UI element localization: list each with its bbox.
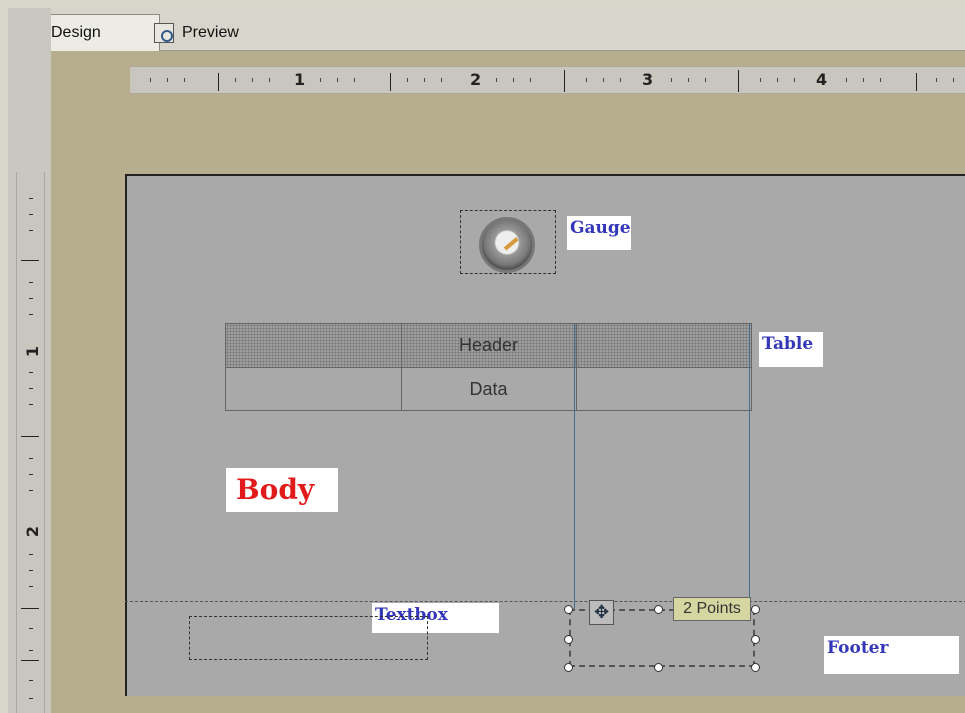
ruler-mark-v1: 1 bbox=[23, 345, 43, 358]
line-size-indicator: 2 Points bbox=[673, 597, 751, 621]
vertical-ruler: 1 2 bbox=[16, 172, 45, 713]
header-cell-2[interactable]: Header bbox=[401, 324, 577, 367]
report-page: Gauge Header Data Table Body Textbox ✥ 2… bbox=[125, 174, 965, 698]
header-cell-3[interactable] bbox=[576, 324, 751, 367]
footer-separator bbox=[125, 601, 965, 602]
tab-preview-label: Preview bbox=[182, 23, 239, 41]
preview-icon bbox=[154, 22, 174, 43]
column-guide-left bbox=[574, 323, 575, 610]
page-bottom-band bbox=[125, 696, 965, 713]
report-designer: Design Preview 1 2 3 4 1 2 Gauge Header … bbox=[8, 8, 965, 713]
table-data-row: Data bbox=[226, 368, 751, 411]
designer-tabbar: Design Preview bbox=[8, 8, 965, 51]
tab-design-label: Design bbox=[51, 24, 101, 41]
table-header-row: Header bbox=[226, 324, 751, 368]
textbox-control[interactable] bbox=[189, 616, 428, 660]
horizontal-ruler: 1 2 3 4 bbox=[130, 66, 965, 94]
data-cell-3[interactable] bbox=[576, 368, 751, 411]
ruler-mark-3: 3 bbox=[642, 70, 654, 89]
ruler-mark-2: 2 bbox=[470, 70, 482, 89]
gauge-control[interactable] bbox=[460, 210, 556, 274]
move-handle-icon[interactable]: ✥ bbox=[589, 600, 614, 625]
ruler-mark-1: 1 bbox=[294, 70, 306, 89]
column-guide-right bbox=[749, 323, 750, 610]
tab-preview[interactable]: Preview bbox=[144, 16, 284, 49]
table-label: Table bbox=[759, 332, 823, 367]
gauge-icon bbox=[479, 217, 535, 273]
body-label: Body bbox=[226, 468, 338, 512]
ruler-mark-4: 4 bbox=[816, 70, 828, 89]
footer-label: Footer bbox=[824, 636, 959, 674]
gauge-label: Gauge bbox=[567, 216, 631, 250]
header-cell-1[interactable] bbox=[226, 324, 402, 367]
data-cell-2[interactable]: Data bbox=[401, 368, 577, 411]
table-control[interactable]: Header Data bbox=[225, 323, 752, 411]
ruler-mark-v2: 2 bbox=[23, 525, 43, 538]
data-cell-1[interactable] bbox=[226, 368, 402, 411]
